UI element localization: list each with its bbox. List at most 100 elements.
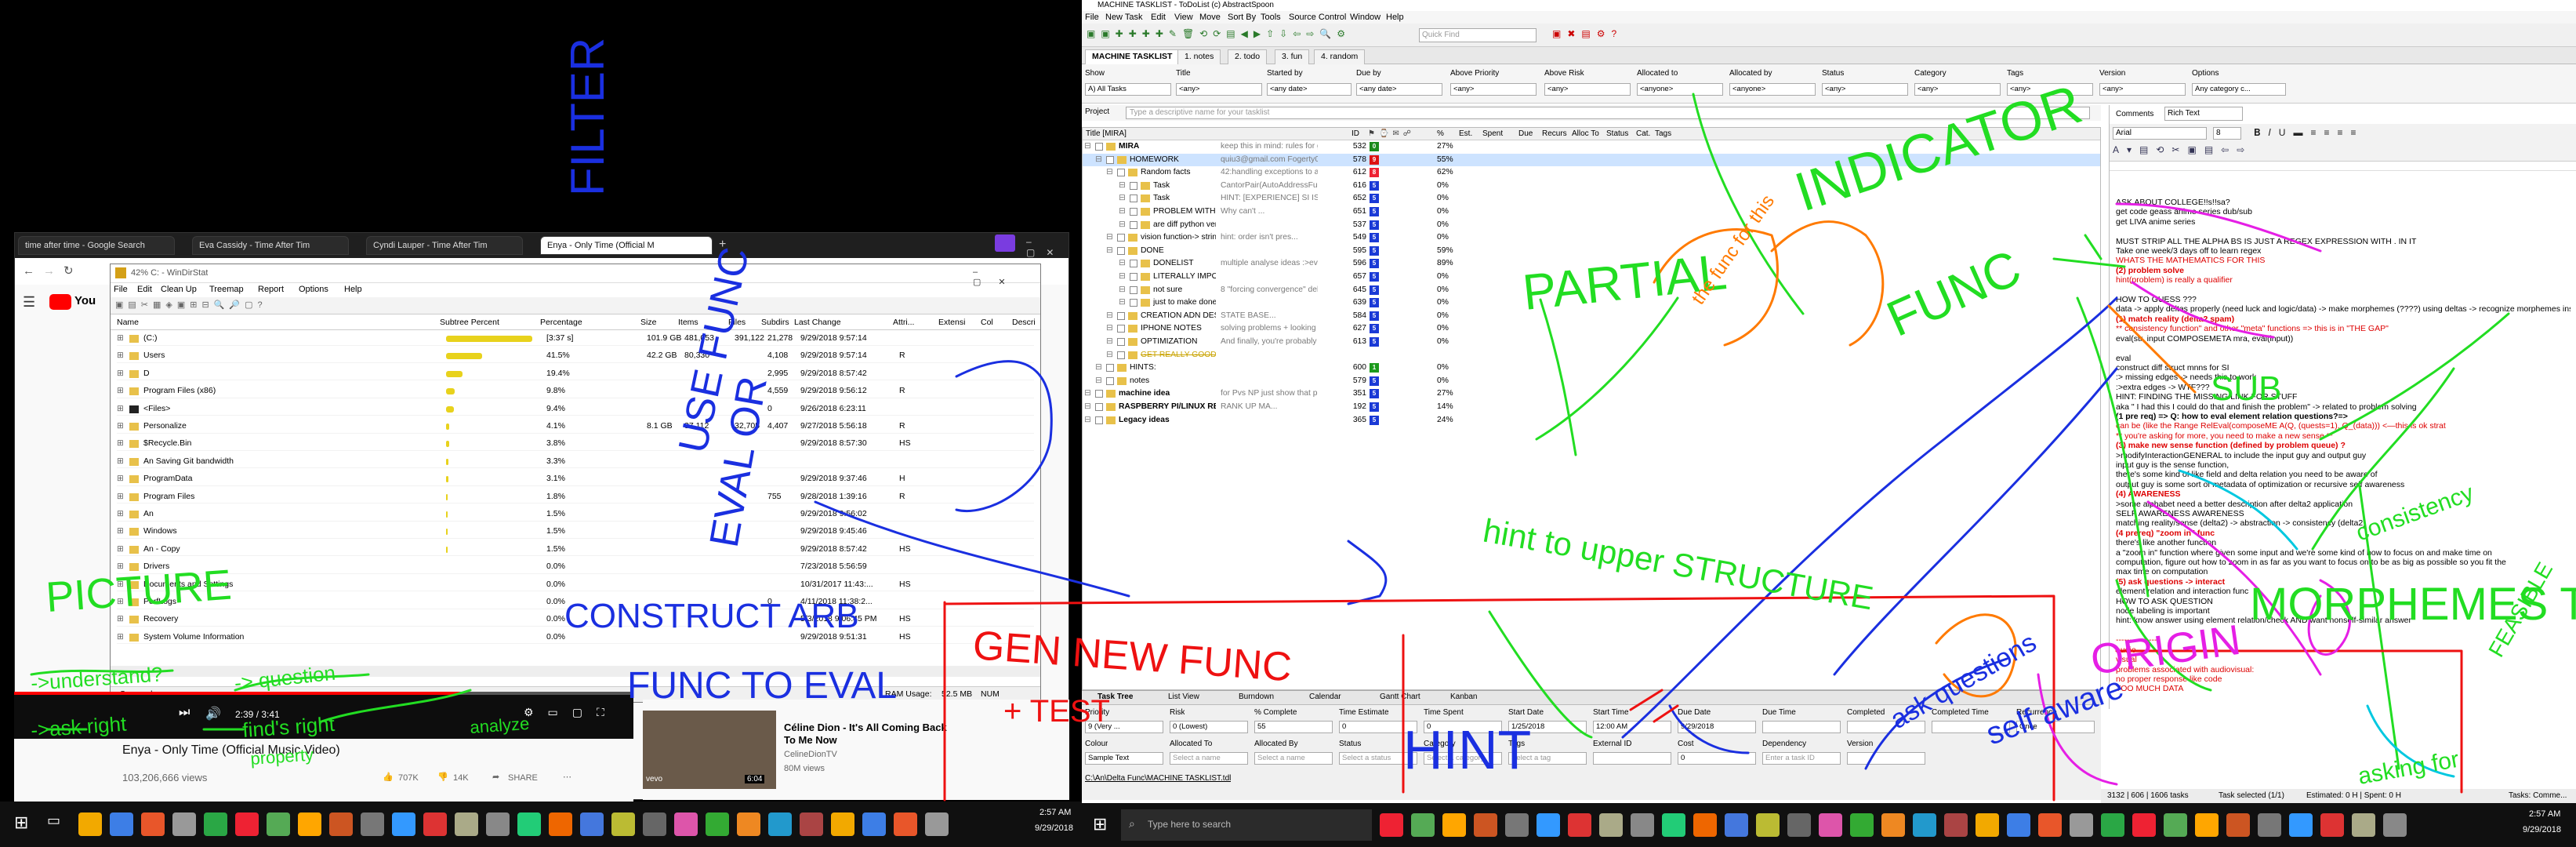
col-size[interactable]: Size [640, 318, 656, 327]
task-row[interactable]: ⊟ IPHONE NOTES solving problems + looking … [1083, 322, 2100, 336]
more-icon[interactable]: ⋯ [563, 772, 571, 782]
task-row[interactable]: ⊟ Task HINT: [EXPERIENCE] SI IS MAPPIN... 6… [1083, 192, 2100, 205]
task-checkbox[interactable] [1117, 246, 1125, 255]
expand-icon[interactable]: ⊟ [1084, 414, 1091, 427]
expand-icon[interactable]: ⊞ [117, 595, 124, 609]
expand-icon[interactable]: ⊞ [117, 507, 124, 522]
windows-start-icon[interactable]: ⊞ [1093, 814, 1107, 834]
col-spent[interactable]: Spent [1482, 128, 1503, 140]
filter-select[interactable]: <any date> [1356, 83, 1442, 96]
menu-edit[interactable]: Edit [137, 285, 152, 294]
taskbar-app-icon[interactable] [267, 812, 290, 836]
task-row[interactable]: ⊟ DONELIST multiple analyse ideas :>eva...… [1083, 257, 2100, 271]
taskbar-app-icon[interactable] [831, 812, 854, 836]
directory-row[interactable]: ⊞ PerfLogs 0.0% 0 4/11/2018 11:38:2... [117, 595, 1034, 609]
task-row[interactable]: ⊟ LITERALLY IMPOSSIBLE OR SI DISGUISED 657… [1083, 271, 2100, 284]
task-row[interactable]: ⊟ machine idea for Pvs NP just show that p… [1083, 387, 2100, 401]
task-row[interactable]: ⊟ OPTIMIZATION And finally, you're probabl… [1083, 336, 2100, 349]
expand-icon[interactable]: ⊟ [1106, 310, 1113, 323]
expand-icon[interactable]: ⊟ [1095, 375, 1102, 388]
col-alloc-to[interactable]: Alloc To [1572, 128, 1599, 140]
taskbar-app-icon[interactable] [862, 812, 886, 836]
expand-icon[interactable]: ⊟ [1084, 401, 1091, 414]
menu-sort-by[interactable]: Sort By [1228, 11, 1256, 24]
filter-select[interactable]: <anyone> [1637, 83, 1723, 96]
expand-icon[interactable]: ⊟ [1119, 180, 1126, 193]
directory-row[interactable]: ⊞ Program Files 1.8% 755 9/28/2018 1:39:16 R [117, 490, 1034, 504]
expand-icon[interactable]: ⊞ [117, 437, 124, 451]
taskbar-app-icon[interactable] [643, 812, 666, 836]
expand-icon[interactable]: ⊞ [117, 578, 124, 592]
taskbar-app-icon[interactable] [2132, 813, 2156, 837]
new-tab-button[interactable]: + [719, 238, 726, 252]
extension-icon[interactable] [995, 234, 1015, 252]
taskbar-app-icon[interactable] [611, 812, 635, 836]
expand-icon[interactable]: ⊟ [1084, 140, 1091, 154]
col-tags[interactable]: Tags [1655, 128, 1671, 140]
taskbar-app-icon[interactable] [1599, 813, 1623, 837]
taskbar-app-icon[interactable] [2101, 813, 2124, 837]
filter-select[interactable]: <any date> [1267, 83, 1351, 96]
task-checkbox[interactable] [1117, 325, 1125, 333]
attr-value[interactable]: Enter a task ID [1762, 752, 1841, 765]
col-lastchange[interactable]: Last Change [794, 318, 841, 327]
attr-value[interactable]: 12:00 AM [1593, 721, 1671, 733]
hamburger-icon[interactable]: ☰ [23, 294, 35, 311]
expand-icon[interactable]: ⊞ [117, 420, 124, 434]
menu-window[interactable]: Window [1350, 11, 1381, 24]
taskbar-app-icon[interactable] [1756, 813, 1780, 837]
taskbar-app-icon[interactable] [1662, 813, 1685, 837]
task-checkbox[interactable] [1130, 260, 1137, 268]
task-checkbox[interactable] [1130, 220, 1137, 229]
directory-row[interactable]: ⊞ Users 41.5% 42.2 GB 80,330 4,108 9/29/2018 9… [117, 349, 1034, 363]
taskbar-app-icon[interactable] [1411, 813, 1435, 837]
col-ext[interactable]: Extensi [938, 318, 965, 327]
directory-row[interactable]: ⊞ Program Files (x86) 9.8% 4,559 9/29/2018 9… [117, 384, 1034, 398]
task-row[interactable]: ⊟ HOMEWORK quiu3@gmail.com Fogerty0 HOL...… [1083, 153, 2100, 167]
filter-select[interactable]: <any> [1544, 83, 1631, 96]
expand-icon[interactable]: ⊞ [117, 349, 124, 363]
youtube-logo-icon[interactable] [49, 294, 71, 310]
view-tab[interactable]: Kanban [1450, 693, 1477, 701]
expand-icon[interactable]: ⊟ [1119, 205, 1126, 219]
attr-value[interactable]: 9/29/2018 [1678, 721, 1756, 733]
task-row[interactable]: ⊟ Task CantorPair(AutoAddressFunc[]["[ '..… [1083, 180, 2100, 193]
dislike-icon[interactable]: 👎 [437, 772, 448, 782]
attr-value[interactable]: Sample Text [1085, 752, 1163, 765]
taskbar-app-icon[interactable] [1537, 813, 1560, 837]
taskbar-app-icon[interactable] [2352, 813, 2375, 837]
task-checkbox[interactable] [1117, 351, 1125, 359]
taskbar-app-icon[interactable] [2164, 813, 2187, 837]
col-percent[interactable]: % [1437, 128, 1444, 140]
task-row[interactable]: ⊟ Random facts 42:handling exceptions to a… [1083, 166, 2100, 180]
expand-icon[interactable]: ⊟ [1106, 336, 1113, 349]
expand-icon[interactable]: ⊟ [1106, 245, 1113, 258]
column-icon-headers[interactable]: ⚑⌚✉☍ [1368, 128, 1415, 140]
menu-options[interactable]: Options [299, 285, 328, 294]
task-checkbox[interactable] [1117, 169, 1125, 177]
filter-select[interactable]: <any> [1176, 83, 1262, 96]
taskbar-app-icon[interactable] [172, 812, 196, 836]
directory-row[interactable]: ⊞ Personalize 4.1% 8.1 GB 37,112 32,705 4,407 9… [117, 420, 1034, 434]
taskbar-app-icon[interactable] [2070, 813, 2093, 837]
task-checkbox[interactable] [1106, 155, 1114, 164]
task-row[interactable]: ⊟ notes 579 5 0% [1083, 375, 2100, 388]
taskbar-app-icon[interactable] [1881, 813, 1905, 837]
attr-value[interactable] [1762, 721, 1841, 733]
taskbar-app-icon[interactable] [1850, 813, 1874, 837]
attr-value[interactable]: 9 (Very ... [1085, 721, 1163, 733]
taskbar-app-icon[interactable] [800, 812, 823, 836]
task-checkbox[interactable] [1130, 299, 1137, 307]
filter-select[interactable]: Any category c... [2192, 83, 2286, 96]
col-items[interactable]: Items [678, 318, 698, 327]
attr-value[interactable]: Select a category [1424, 752, 1502, 765]
task-row[interactable]: ⊟ DONE 595 5 59% [1083, 245, 2100, 258]
expand-icon[interactable]: ⊟ [1119, 284, 1126, 297]
directory-row[interactable]: ⊞ ProgramData 3.1% 9/29/2018 9:37:46 H [117, 472, 1034, 486]
task-checkbox[interactable] [1106, 364, 1114, 373]
toolbar-icons[interactable]: ▣▤✂▦◈▣⊞⊟🔍🔎▢? [115, 300, 267, 310]
taskbar-app-icon[interactable] [925, 812, 949, 836]
task-row[interactable]: ⊟ not sure 8 "forcing convergence" delta(.… [1083, 284, 2100, 297]
tab-fun[interactable]: 3. fun [1275, 49, 1310, 64]
comment-body[interactable]: ASK ABOUT COLLEGE!!s!!sa? get code geass … [2116, 198, 2574, 700]
